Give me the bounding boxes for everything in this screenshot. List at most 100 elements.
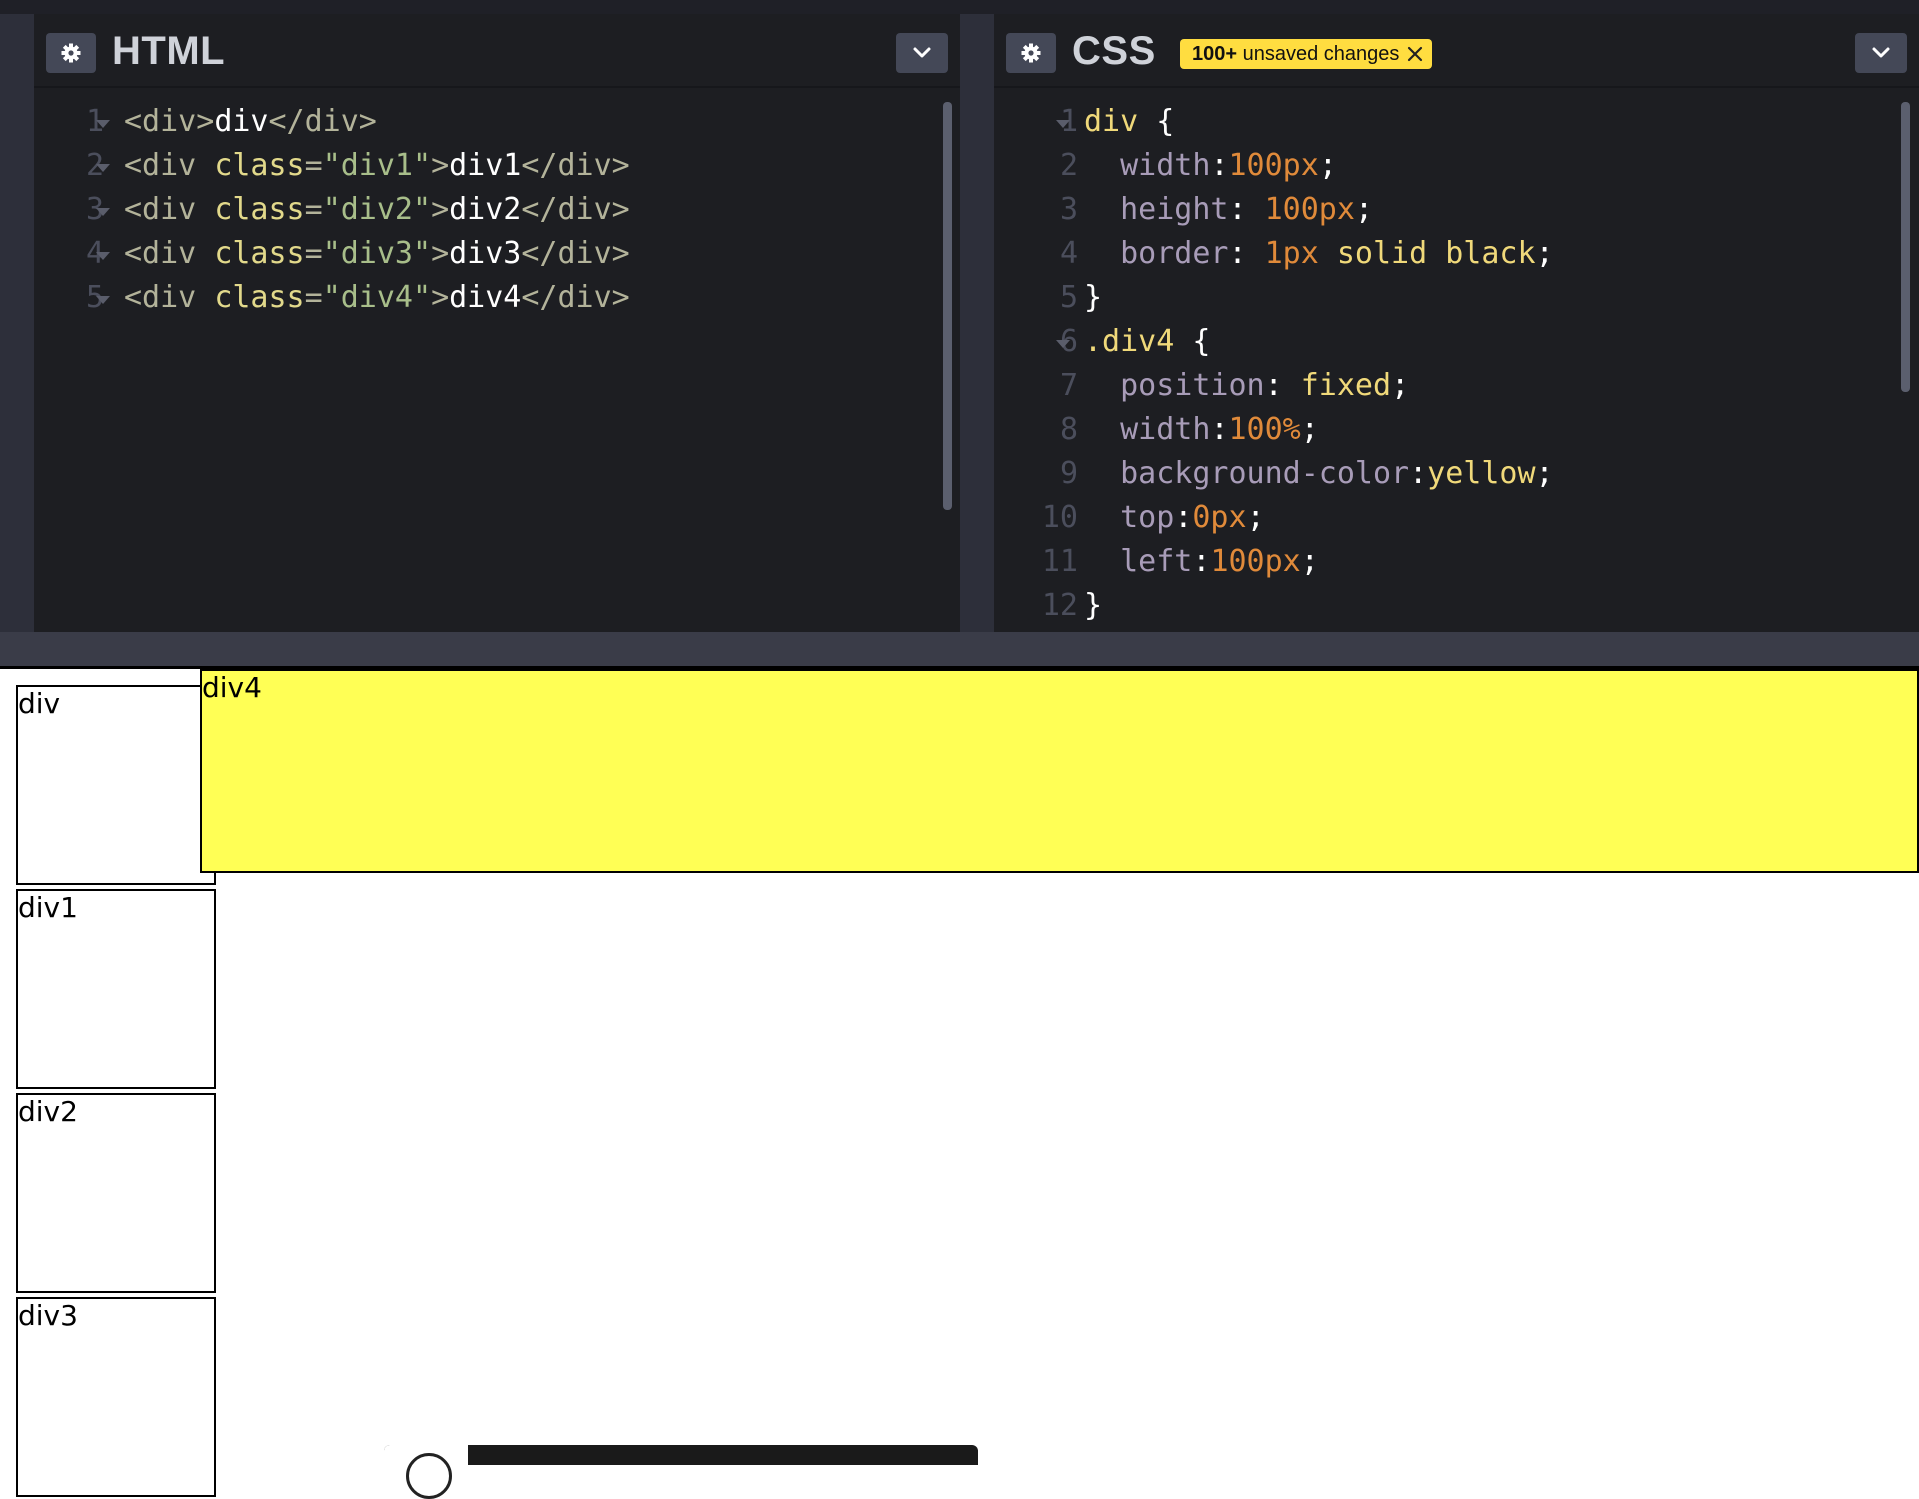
code-text: left:100px;	[1084, 540, 1319, 584]
code-token: :	[1210, 148, 1229, 183]
preview-resize-bar[interactable]	[0, 632, 1919, 666]
code-line[interactable]: 1 <div>div</div>	[34, 100, 960, 144]
code-text: position: fixed;	[1084, 364, 1409, 408]
code-line[interactable]: 11 left:100px;	[994, 540, 1919, 584]
code-text: <div class="div2">div2</div>	[124, 188, 630, 232]
html-collapse-button[interactable]	[896, 33, 948, 73]
unsaved-changes-badge[interactable]: 100+ unsaved changes	[1180, 39, 1433, 69]
toast-bar[interactable]	[384, 1445, 978, 1465]
code-token: 100%	[1228, 412, 1301, 447]
fold-caret-icon[interactable]	[96, 120, 110, 128]
code-token: >	[431, 148, 450, 183]
code-token: }	[1084, 280, 1103, 315]
top-strip	[0, 0, 1919, 14]
code-token: "div2"	[322, 192, 432, 227]
code-token: =	[304, 192, 323, 227]
css-settings-button[interactable]	[1006, 33, 1056, 73]
fold-caret-icon[interactable]	[1056, 120, 1070, 128]
fold-caret-icon[interactable]	[96, 252, 110, 260]
gear-icon	[61, 43, 81, 63]
code-token: </div>	[521, 192, 630, 227]
code-token: <div	[124, 192, 215, 227]
code-token: :	[1264, 368, 1301, 403]
line-number: 9	[1059, 456, 1078, 491]
line-number: 12	[1041, 588, 1078, 623]
code-text: border: 1px solid black;	[1084, 232, 1554, 276]
code-token: div2	[449, 192, 522, 227]
css-scrollbar[interactable]	[1901, 102, 1910, 392]
code-line[interactable]: 2 <div class="div1">div1</div>	[34, 144, 960, 188]
fold-caret-icon[interactable]	[96, 296, 110, 304]
left-gutter	[0, 14, 34, 632]
code-line[interactable]: 9 background-color:yellow;	[994, 452, 1919, 496]
preview-div: div	[16, 685, 216, 885]
code-line[interactable]: 7 position: fixed;	[994, 364, 1919, 408]
code-token: class	[214, 236, 305, 271]
code-token: </div>	[521, 148, 630, 183]
code-token: >	[431, 236, 450, 271]
code-token: ;	[1391, 368, 1410, 403]
code-line[interactable]: 10 top:0px;	[994, 496, 1919, 540]
code-token: ;	[1246, 500, 1265, 535]
code-token: width	[1084, 148, 1211, 183]
fold-caret-icon[interactable]	[1056, 340, 1070, 348]
code-token: yellow	[1427, 456, 1536, 491]
code-token: </div>	[521, 280, 630, 315]
code-line[interactable]: 2 width:100px;	[994, 144, 1919, 188]
code-token: 100px	[1210, 544, 1301, 579]
code-token: <div	[124, 280, 215, 315]
line-number: 5	[1059, 280, 1078, 315]
code-token: ;	[1300, 412, 1319, 447]
code-line[interactable]: 3 height: 100px;	[994, 188, 1919, 232]
code-token: :	[1174, 500, 1193, 535]
code-token: :	[1409, 456, 1428, 491]
code-text: <div class="div4">div4</div>	[124, 276, 630, 320]
code-token: height	[1084, 192, 1229, 227]
code-line[interactable]: 8 width:100%;	[994, 408, 1919, 452]
editors: HTML 1 <div>div</div> 2 <div class="div1">d…	[0, 14, 1919, 632]
code-line[interactable]: 4 <div class="div3">div3</div>	[34, 232, 960, 276]
code-token: :	[1228, 236, 1265, 271]
code-token: <div	[124, 236, 215, 271]
code-token: ;	[1354, 192, 1373, 227]
html-pane-title: HTML	[112, 29, 226, 73]
code-token: .div4	[1084, 324, 1193, 359]
html-settings-button[interactable]	[46, 33, 96, 73]
code-line[interactable]: 12}	[994, 584, 1919, 628]
code-token: div4	[449, 280, 522, 315]
avatar[interactable]	[384, 1445, 468, 1499]
code-text: <div>div</div>	[124, 100, 377, 144]
pane-divider[interactable]	[960, 14, 994, 632]
unsaved-count: 100+	[1192, 42, 1238, 65]
code-token: >	[431, 280, 450, 315]
close-icon[interactable]	[1407, 46, 1423, 62]
html-scrollbar[interactable]	[943, 102, 952, 510]
code-line[interactable]: 3 <div class="div2">div2</div>	[34, 188, 960, 232]
code-token: background-color	[1084, 456, 1410, 491]
code-text: }	[1084, 584, 1102, 628]
code-token: div	[214, 104, 269, 139]
code-token: =	[304, 148, 323, 183]
code-token: "div1"	[322, 148, 432, 183]
code-line[interactable]: 5 <div class="div4">div4</div>	[34, 276, 960, 320]
code-token: class	[214, 192, 305, 227]
code-line[interactable]: 4 border: 1px solid black;	[994, 232, 1919, 276]
code-token: </div>	[268, 104, 377, 139]
code-token: :	[1228, 192, 1265, 227]
css-collapse-button[interactable]	[1855, 33, 1907, 73]
code-line[interactable]: 6 .div4 {	[994, 320, 1919, 364]
html-code-area[interactable]: 1 <div>div</div> 2 <div class="div1">div1</…	[34, 100, 960, 320]
code-line[interactable]: 5}	[994, 276, 1919, 320]
line-number: 2	[1059, 148, 1078, 183]
fold-caret-icon[interactable]	[96, 164, 110, 172]
gear-icon	[1021, 43, 1041, 63]
code-text: .div4 {	[1084, 320, 1210, 364]
fold-caret-icon[interactable]	[96, 208, 110, 216]
code-token: "div3"	[322, 236, 432, 271]
css-code-area[interactable]: 1 div {2 width:100px; 3 height: 100px; 4 bo…	[994, 100, 1919, 628]
code-token: div	[1084, 104, 1157, 139]
code-line[interactable]: 1 div {	[994, 100, 1919, 144]
code-token: </div>	[521, 236, 630, 271]
preview-div2: div2	[16, 1093, 216, 1293]
code-token: 100px	[1228, 148, 1319, 183]
